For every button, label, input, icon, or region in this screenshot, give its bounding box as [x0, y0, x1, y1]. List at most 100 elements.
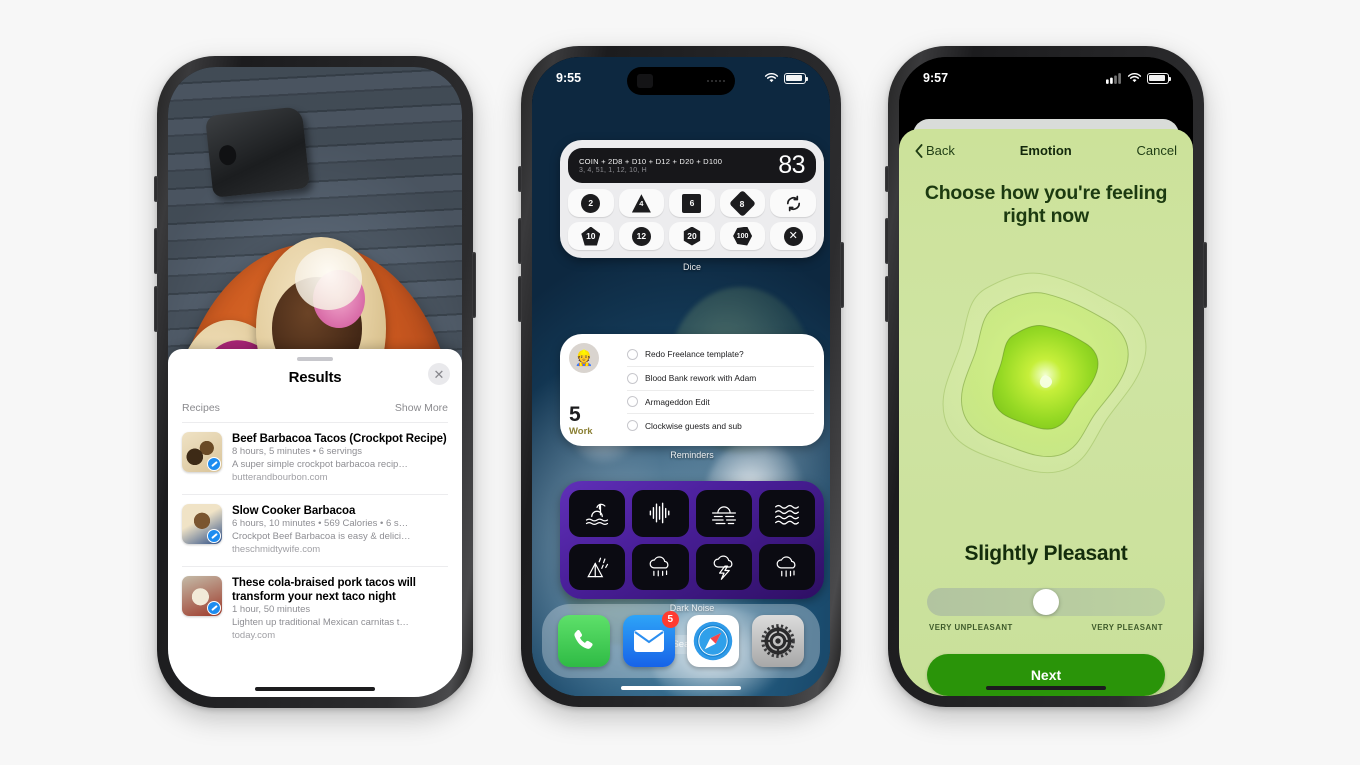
checkbox-icon[interactable] [627, 396, 638, 408]
dice-d12-button[interactable]: 12 [618, 222, 665, 250]
phone-home-screen: 9:55 COIN + 2D8 + D10 + D12 + D20 + D100… [518, 46, 844, 707]
sheet-header: Results ✕ [168, 361, 462, 396]
emotion-blob-graphic [899, 223, 1193, 542]
result-source: today.com [232, 630, 276, 641]
slider-track[interactable] [927, 588, 1165, 616]
reminder-label: Redo Freelance template? [645, 349, 744, 360]
dice-d10-button[interactable]: 10 [568, 222, 614, 250]
screenshot-stage: Results ✕ Recipes Show More Beef Barbaco… [0, 0, 1360, 765]
status-time: 9:57 [923, 71, 949, 85]
dice-d4-button[interactable]: 4 [618, 189, 665, 217]
dice-key-label: 4 [639, 198, 644, 208]
reminder-item[interactable]: Clockwise guests and sub [627, 414, 814, 437]
show-more-button[interactable]: Show More [395, 402, 448, 414]
close-icon[interactable]: ✕ [428, 363, 450, 385]
volume-up-button[interactable] [518, 218, 522, 264]
result-title: Beef Barbacoa Tacos (Crockpot Recipe) [232, 433, 447, 445]
result-title: Slow Cooker Barbacoa [232, 504, 356, 517]
checkbox-icon[interactable] [627, 420, 638, 432]
tent-rain-icon[interactable] [569, 543, 626, 590]
waves-icon[interactable] [758, 490, 815, 537]
safari-app[interactable] [687, 615, 740, 667]
dice-d20-button[interactable]: 20 [669, 222, 715, 250]
refresh-icon [786, 195, 800, 211]
power-button[interactable] [1203, 242, 1207, 308]
reminder-item[interactable]: Armageddon Edit [627, 391, 814, 415]
dice-display: COIN + 2D8 + D10 + D12 + D20 + D100 3, 4… [568, 148, 816, 183]
thunderstorm-icon[interactable] [695, 543, 752, 590]
slider-max-label: VERY PLEASANT [1091, 623, 1163, 632]
reminder-label: Blood Bank rework with Adam [645, 373, 757, 384]
mute-switch[interactable] [518, 166, 522, 192]
phone-photos: Results ✕ Recipes Show More Beef Barbaco… [154, 56, 476, 708]
page-title: Results [288, 369, 342, 386]
dice-key-label: 100 [736, 232, 749, 240]
checkbox-icon[interactable] [627, 372, 638, 384]
mute-switch[interactable] [885, 166, 889, 192]
dice-reroll-button[interactable] [770, 189, 816, 217]
reminder-item[interactable]: Redo Freelance template? [627, 343, 814, 367]
emotion-slider[interactable]: VERY UNPLEASANT VERY PLEASANT [899, 588, 1193, 632]
reminders-list-name: Work [569, 426, 593, 437]
gear-icon [760, 624, 795, 658]
dice-d6-button[interactable]: 6 [669, 189, 715, 217]
island-icon[interactable] [569, 490, 626, 537]
widget-reminders[interactable]: 👷 5 Work Redo Freelance template? Blood … [560, 334, 824, 460]
dice-key-label: 6 [689, 198, 695, 208]
phone3-screen: 9:57 Back Emotion Cancel Choose how you'… [899, 57, 1193, 696]
battery-icon [784, 72, 809, 84]
close-icon: ✕ [783, 226, 803, 246]
result-row[interactable]: These cola-braised pork tacos will trans… [182, 565, 448, 652]
cancel-button[interactable]: Cancel [1137, 143, 1177, 158]
dice-d8-button[interactable]: 8 [719, 189, 766, 217]
blob-svg [942, 273, 1147, 474]
home-indicator [621, 686, 741, 690]
cellular-icon [1106, 72, 1121, 84]
volume-down-button[interactable] [885, 276, 889, 322]
back-label: Back [926, 143, 955, 158]
rain-cloud-icon[interactable] [758, 543, 815, 590]
rain-cloud-icon[interactable] [632, 543, 689, 590]
home-indicator [986, 686, 1106, 690]
ocean-sunset-icon[interactable] [695, 490, 752, 537]
result-description: A super simple crockpot barbacoa recip… [232, 459, 408, 471]
result-row[interactable]: Beef Barbacoa Tacos (Crockpot Recipe) 8 … [182, 422, 448, 494]
result-row[interactable]: Slow Cooker Barbacoa 6 hours, 10 minutes… [182, 493, 448, 566]
dice-key-label: 2 [588, 198, 594, 208]
result-meta: 6 hours, 10 minutes • 569 Calories • 6 s… [232, 518, 409, 530]
dice-formula: COIN + 2D8 + D10 + D12 + D20 + D100 [579, 157, 723, 166]
back-button[interactable]: Back [915, 143, 955, 158]
battery-icon [1147, 72, 1172, 84]
category-row: Recipes Show More [168, 396, 462, 422]
widget-dark-noise[interactable]: Dark Noise [560, 481, 824, 613]
power-button[interactable] [472, 252, 476, 318]
phone2-screen: 9:55 COIN + 2D8 + D10 + D12 + D20 + D100… [532, 57, 830, 696]
result-source: theschmidtywife.com [232, 543, 321, 555]
dice-clear-button[interactable]: ✕ [770, 222, 816, 250]
dice-d2-button[interactable]: 2 [568, 189, 614, 217]
dice-key-label: 10 [586, 231, 596, 241]
volume-up-button[interactable] [154, 228, 158, 274]
volume-down-button[interactable] [518, 276, 522, 322]
soundwave-icon[interactable] [632, 490, 689, 537]
volume-up-button[interactable] [885, 218, 889, 264]
volume-down-button[interactable] [154, 286, 158, 332]
safari-source-icon [207, 528, 221, 543]
home-indicator [255, 687, 375, 691]
mail-app[interactable]: 5 [622, 611, 679, 667]
power-button[interactable] [840, 242, 844, 308]
settings-app[interactable] [751, 615, 804, 667]
widget-dice[interactable]: COIN + 2D8 + D10 + D12 + D20 + D100 3, 4… [560, 140, 824, 272]
dice-d100-button[interactable]: 100 [719, 222, 766, 250]
person-avatar-icon: 👷 [569, 343, 599, 373]
checkbox-icon[interactable] [627, 348, 638, 360]
mail-icon [633, 630, 664, 652]
phone-app[interactable] [558, 615, 611, 667]
safari-source-icon [207, 457, 221, 471]
result-meta: 8 hours, 5 minutes • 6 servings [232, 446, 363, 458]
status-time: 9:55 [556, 71, 582, 85]
reminder-item[interactable]: Blood Bank rework with Adam [627, 367, 814, 391]
slider-thumb[interactable] [1033, 589, 1059, 615]
mute-switch[interactable] [154, 176, 158, 202]
phone-icon [574, 630, 593, 649]
